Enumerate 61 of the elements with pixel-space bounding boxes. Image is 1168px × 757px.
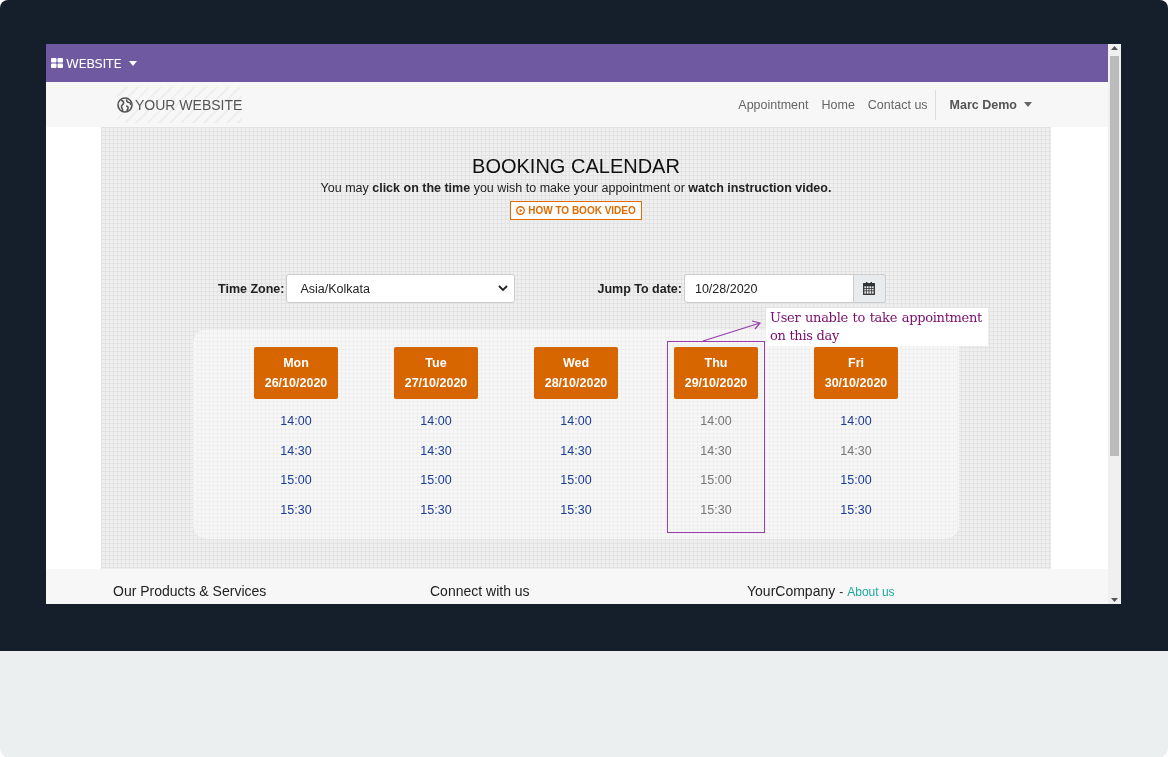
date-label: 29/10/2020	[684, 376, 748, 390]
time-slot[interactable]: 15:00	[700, 472, 732, 488]
website-menu[interactable]: WEBSITE	[51, 55, 138, 71]
time-slot[interactable]: 14:00	[560, 413, 592, 429]
time-slot[interactable]: 15:30	[700, 501, 732, 518]
dash-text: -	[839, 585, 844, 599]
logo-text: YOUR WEBSITE	[135, 96, 243, 113]
time-slot[interactable]: 14:30	[700, 442, 732, 459]
time-slot[interactable]: 14:00	[420, 413, 452, 429]
weekday: Thu	[704, 356, 728, 370]
weekday: Mon	[283, 356, 309, 370]
footer-heading: Connect with us	[430, 583, 530, 599]
date-label: 30/10/2020	[824, 376, 888, 390]
scroll-thumb[interactable]	[1110, 56, 1119, 456]
annotation-note: User unable to take appointment on this day	[766, 308, 988, 346]
time-slot[interactable]: 15:30	[560, 501, 592, 518]
globe-icon	[117, 96, 133, 113]
apps-icon	[51, 58, 63, 68]
chevron-icon	[498, 285, 509, 292]
play-icon	[516, 206, 526, 215]
jump-to-date-label: Jump To date:	[597, 281, 682, 296]
footer-heading: YourCompany	[747, 583, 836, 599]
nav-link[interactable]: Contact us	[867, 97, 928, 112]
date-label: 28/10/2020	[544, 376, 608, 390]
weekday: Wed	[562, 356, 590, 370]
calendar-button[interactable]	[853, 274, 886, 303]
caret-icon	[1024, 102, 1032, 107]
time-slot[interactable]: 15:30	[420, 501, 452, 518]
time-zone-select[interactable]: Asia/Kolkata	[286, 274, 516, 303]
annotation-arrow	[702, 318, 764, 342]
calendar-icon	[863, 282, 876, 295]
arrow-down-icon	[1111, 598, 1118, 602]
time-slot[interactable]: 15:00	[420, 472, 452, 488]
date-label: 26/10/2020	[264, 376, 328, 390]
time-slot[interactable]: 15:00	[840, 472, 872, 488]
weekday: Tue	[425, 356, 447, 370]
intro-text: You may click on the time you wish to make your appointment or watch instruction video.	[320, 181, 832, 195]
time-slot[interactable]: 14:30	[840, 442, 872, 459]
time-slot[interactable]: 14:30	[280, 442, 312, 459]
site-logo[interactable]: YOUR WEBSITE	[117, 86, 243, 123]
weekday: Fri	[848, 356, 864, 370]
date-label: 27/10/2020	[404, 376, 468, 390]
footer-heading: Our Products & Services	[113, 583, 267, 599]
caret-icon	[129, 60, 138, 66]
time-slot[interactable]: 15:00	[280, 472, 312, 488]
time-slot[interactable]: 14:00	[280, 413, 312, 429]
date-field[interactable]: 10/28/2020	[683, 274, 854, 303]
nav-link[interactable]: Home	[821, 97, 855, 112]
time-slot[interactable]: 15:30	[840, 501, 872, 518]
time-slot[interactable]: 15:00	[560, 472, 592, 488]
time-slot[interactable]: 14:30	[560, 442, 592, 459]
arrow-up-icon	[1111, 46, 1118, 50]
nav-link[interactable]: Appointment	[738, 97, 809, 112]
time-zone-label: Time Zone:	[218, 281, 285, 296]
scrollbar[interactable]	[1108, 44, 1121, 604]
time-slot[interactable]: 14:30	[420, 442, 452, 459]
page-title: BOOKING CALENDAR	[472, 154, 680, 178]
user-menu[interactable]: Marc Demo	[943, 97, 1032, 112]
time-slot[interactable]: 15:30	[280, 501, 312, 518]
time-slot[interactable]: 14:00	[700, 413, 732, 429]
time-slot[interactable]: 14:00	[840, 413, 872, 429]
